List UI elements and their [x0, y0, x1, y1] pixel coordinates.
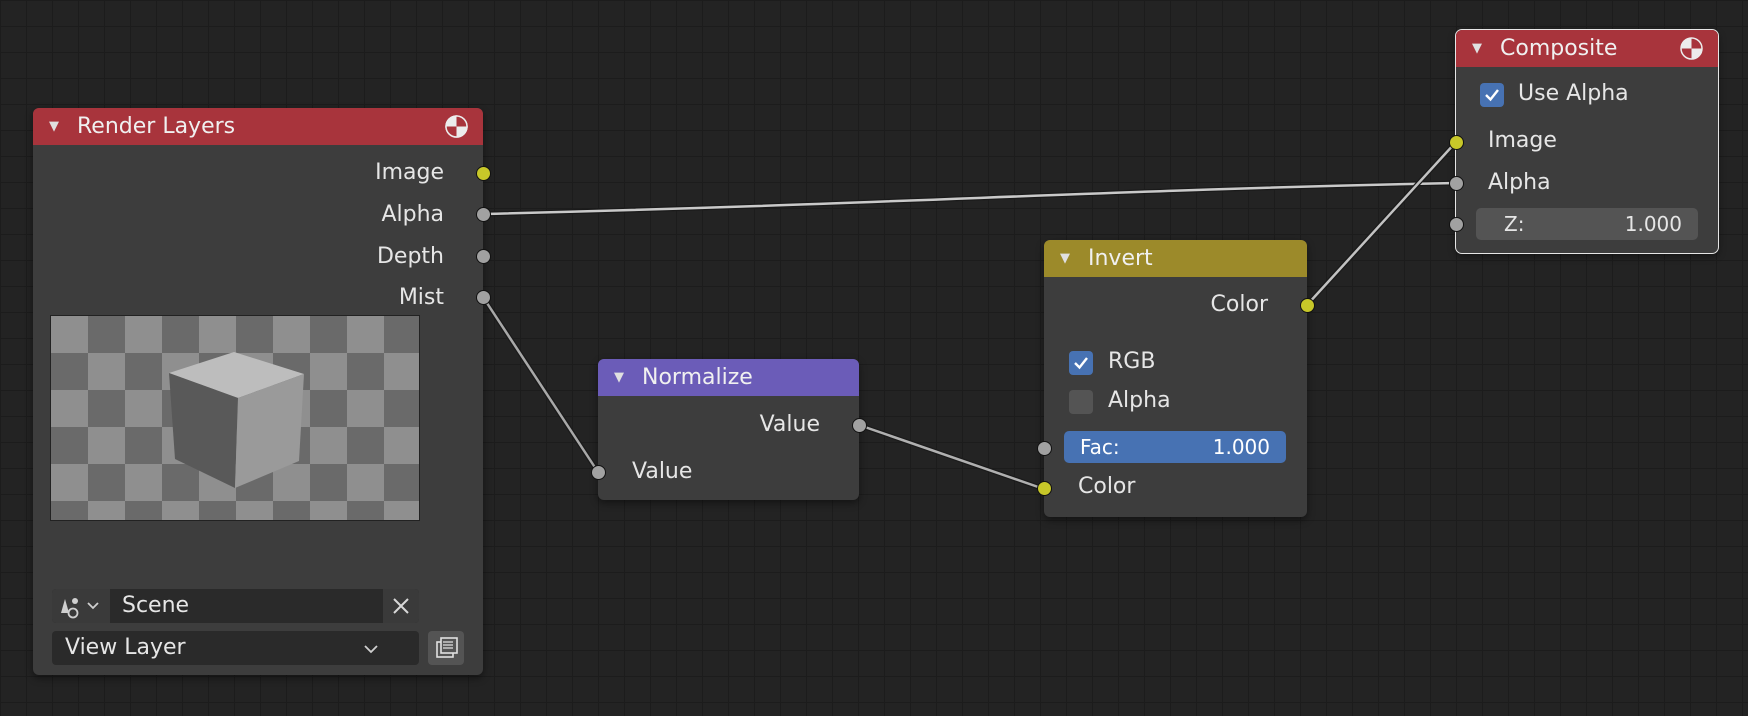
render-layers-alpha-socket[interactable]: [476, 207, 491, 222]
render-result-icon: [445, 115, 468, 138]
render-layers-node[interactable]: ▼ Render Layers Image Alpha Depth Mist S…: [33, 108, 483, 675]
rgb-checkbox[interactable]: [1069, 351, 1093, 375]
invert-color-input-label: Color: [1078, 474, 1136, 499]
fac-field[interactable]: Fac: 1.000: [1064, 431, 1286, 463]
composite-z-socket[interactable]: [1449, 217, 1464, 232]
render-layers-header[interactable]: ▼ Render Layers: [33, 108, 483, 145]
link-normalize-to-invert-color[interactable]: [858, 422, 1045, 492]
composite-image-socket[interactable]: [1449, 135, 1464, 150]
node-title: Normalize: [642, 365, 753, 390]
close-icon[interactable]: [383, 589, 419, 623]
view-layer-name[interactable]: View Layer: [65, 632, 186, 664]
normalize-node[interactable]: ▼ Normalize Value Value: [598, 359, 859, 500]
scene-name[interactable]: Scene: [122, 590, 189, 622]
node-title: Composite: [1500, 36, 1618, 61]
node-title: Invert: [1088, 246, 1153, 271]
alpha-label: Alpha: [1108, 388, 1171, 413]
link-mist-to-normalize[interactable]: [480, 295, 601, 474]
node-title: Render Layers: [77, 114, 236, 139]
fac-label: Fac:: [1080, 435, 1120, 459]
output-depth-label: Depth: [376, 244, 444, 269]
composite-image-label: Image: [1488, 128, 1557, 153]
use-alpha-checkbox[interactable]: [1480, 83, 1504, 107]
use-alpha-label: Use Alpha: [1518, 81, 1629, 106]
output-image-label: Image: [375, 160, 444, 185]
invert-fac-socket[interactable]: [1037, 441, 1052, 456]
invert-output-label: Color: [1210, 292, 1268, 317]
render-result-icon: [1680, 37, 1703, 60]
render-layers-mist-socket[interactable]: [476, 290, 491, 305]
view-layer-selector[interactable]: View Layer: [52, 631, 419, 665]
link-alpha-to-composite-alpha[interactable]: [482, 180, 1457, 217]
normalize-output-socket[interactable]: [852, 418, 867, 433]
z-label: Z:: [1504, 212, 1525, 236]
scene-data-icon[interactable]: [52, 589, 110, 623]
normalize-output-label: Value: [759, 412, 820, 437]
check-icon: [1074, 357, 1088, 370]
invert-header[interactable]: ▼ Invert: [1044, 240, 1307, 277]
collapse-arrow-icon[interactable]: ▼: [1060, 240, 1070, 277]
render-layers-depth-socket[interactable]: [476, 249, 491, 264]
invert-node[interactable]: ▼ Invert Color RGB Alpha Fac: 1.000 Colo…: [1044, 240, 1307, 517]
check-icon: [1485, 89, 1499, 102]
collapse-arrow-icon[interactable]: ▼: [1472, 30, 1482, 67]
normalize-header[interactable]: ▼ Normalize: [598, 359, 859, 396]
view-layer-browse-icon[interactable]: [428, 631, 464, 665]
render-layers-image-socket[interactable]: [476, 166, 491, 181]
node-editor-canvas[interactable]: ▼ Render Layers Image Alpha Depth Mist S…: [0, 0, 1748, 716]
normalize-input-label: Value: [632, 459, 693, 484]
scene-selector[interactable]: Scene: [52, 589, 419, 623]
cube-render-thumbnail: [169, 352, 304, 488]
collapse-arrow-icon[interactable]: ▼: [49, 108, 59, 145]
output-alpha-label: Alpha: [381, 202, 444, 227]
render-preview-image: [50, 315, 420, 521]
invert-output-socket[interactable]: [1300, 298, 1315, 313]
composite-header[interactable]: ▼ Composite: [1456, 30, 1718, 67]
composite-alpha-socket[interactable]: [1449, 176, 1464, 191]
invert-color-input-socket[interactable]: [1037, 481, 1052, 496]
z-value: 1.000: [1624, 212, 1682, 236]
chevron-down-icon[interactable]: [363, 643, 379, 655]
fac-value: 1.000: [1212, 435, 1270, 459]
composite-alpha-label: Alpha: [1488, 170, 1551, 195]
link-invert-to-composite-image[interactable]: [1305, 140, 1458, 307]
output-mist-label: Mist: [398, 285, 444, 310]
composite-node[interactable]: ▼ Composite Use Alpha Image Alpha Z: 1.0…: [1455, 29, 1719, 254]
normalize-input-socket[interactable]: [591, 465, 606, 480]
collapse-arrow-icon[interactable]: ▼: [614, 359, 624, 396]
rgb-label: RGB: [1108, 349, 1156, 374]
alpha-checkbox[interactable]: [1069, 390, 1093, 414]
z-field[interactable]: Z: 1.000: [1476, 208, 1698, 240]
